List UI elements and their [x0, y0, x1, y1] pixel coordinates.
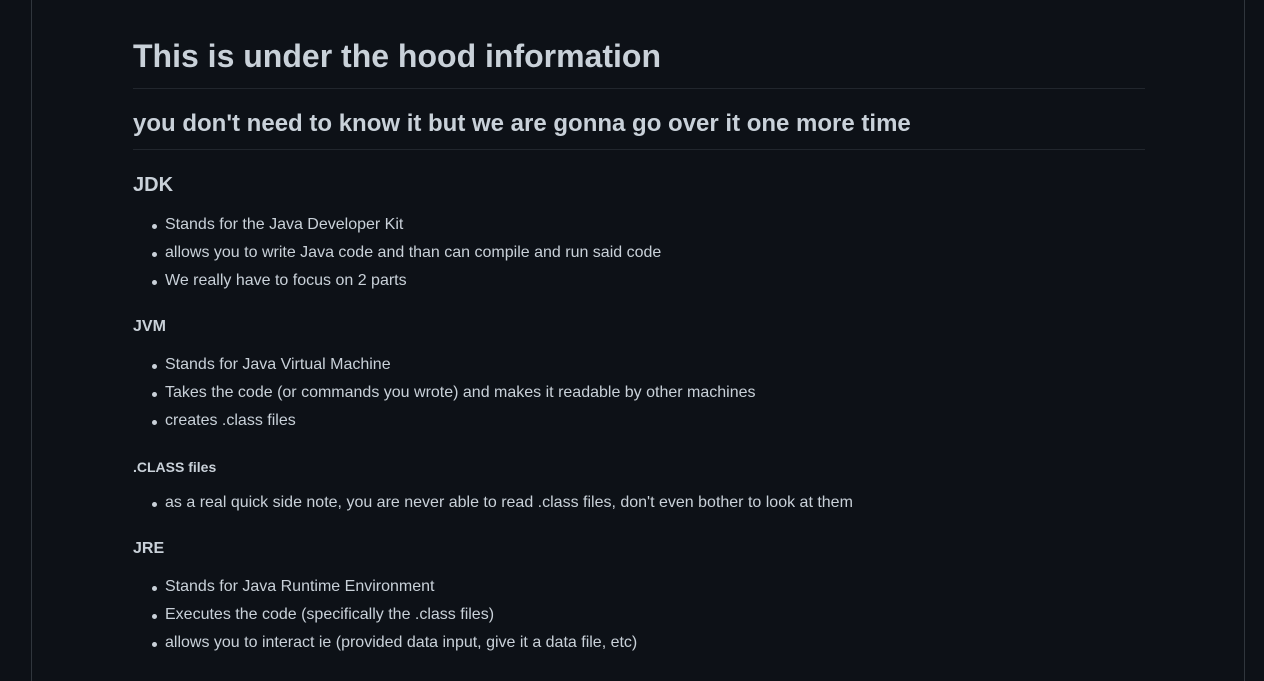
- list-item: allows you to interact ie (provided data…: [133, 633, 637, 661]
- list-item: We really have to focus on 2 parts: [133, 271, 661, 299]
- list-item: creates .class files: [133, 411, 756, 439]
- list-item: Stands for Java Runtime Environment: [133, 577, 637, 605]
- jdk-list: Stands for the Java Developer Kit allows…: [133, 215, 661, 299]
- page-title: This is under the hood information: [133, 36, 1145, 89]
- section-heading-jre: JRE: [133, 540, 165, 557]
- section-heading-jvm: JVM: [133, 318, 166, 335]
- list-item: allows you to write Java code and than c…: [133, 243, 661, 271]
- list-item: Stands for the Java Developer Kit: [133, 215, 661, 243]
- jre-list: Stands for Java Runtime Environment Exec…: [133, 577, 637, 661]
- list-item: Stands for Java Virtual Machine: [133, 355, 756, 383]
- list-item: Takes the code (or commands you wrote) a…: [133, 383, 756, 411]
- jvm-list: Stands for Java Virtual Machine Takes th…: [133, 355, 756, 439]
- class-files-list: as a real quick side note, you are never…: [133, 493, 853, 521]
- page-subtitle: you don't need to know it but we are gon…: [133, 109, 1145, 150]
- list-item: as a real quick side note, you are never…: [133, 493, 853, 521]
- list-item: Executes the code (specifically the .cla…: [133, 605, 637, 633]
- section-heading-class-files: .CLASS files: [133, 459, 217, 475]
- section-heading-jdk: JDK: [133, 174, 174, 196]
